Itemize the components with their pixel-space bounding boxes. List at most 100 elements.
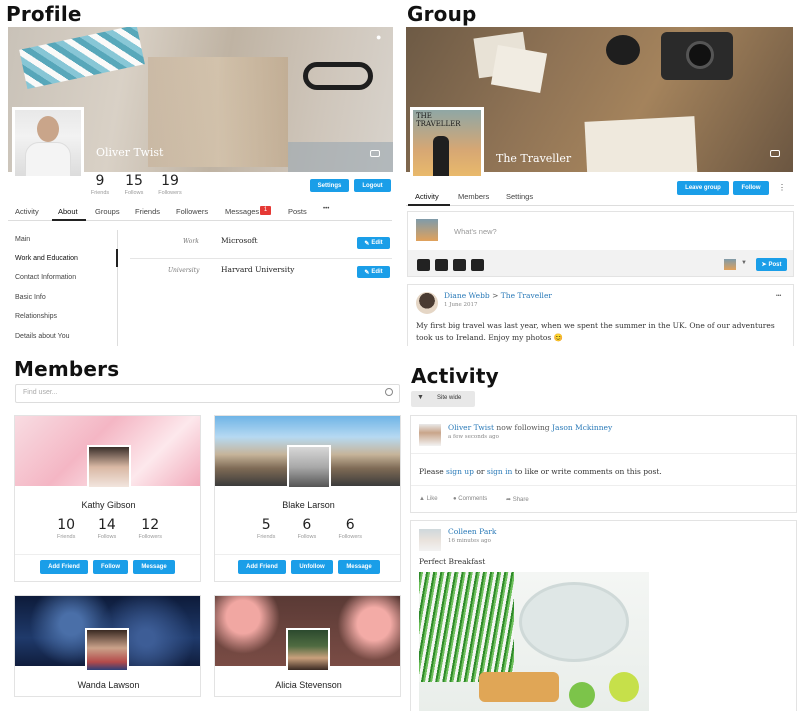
tab-more[interactable]: ••• <box>323 206 329 212</box>
group-tab-activity[interactable]: Activity <box>415 192 439 201</box>
tab-about[interactable]: About <box>58 207 78 216</box>
filter-icon: ▼ <box>417 394 424 401</box>
tab-friends[interactable]: Friends <box>135 207 160 216</box>
find-user-search[interactable]: Find user... <box>15 384 400 403</box>
post-author-link[interactable]: Diane Webb <box>444 291 490 300</box>
edit-work-button[interactable]: ✎ Edit <box>357 237 390 249</box>
member-avatar[interactable] <box>87 445 131 489</box>
member-follows-value: 14 <box>97 517 116 533</box>
post-more-button[interactable]: ••• <box>776 293 781 299</box>
share-action[interactable]: ➦ Share <box>506 496 529 503</box>
activity-author-avatar <box>419 424 441 446</box>
member-friends-label: Friends <box>257 534 276 540</box>
activity-time: a few seconds ago <box>448 434 499 440</box>
member-name[interactable]: Wanda Lawson <box>15 680 200 690</box>
group-avatar[interactable]: THE TRAVELLER <box>410 107 484 179</box>
post-date: 1 June 2017 <box>444 302 478 308</box>
member-avatar[interactable] <box>287 445 331 489</box>
comments-action[interactable]: ● Comments <box>453 496 487 502</box>
post-button-label: Post <box>768 261 782 268</box>
tab-posts[interactable]: Posts <box>288 207 307 216</box>
edit-university-button[interactable]: ✎ Edit <box>357 266 390 278</box>
tab-groups[interactable]: Groups <box>95 207 120 216</box>
about-menu-contact[interactable]: Contact Information <box>15 274 76 281</box>
unfollow-button[interactable]: Unfollow <box>291 560 333 574</box>
work-field-value: Microsoft <box>221 236 258 245</box>
edit-university-label: Edit <box>371 269 383 275</box>
activity-author-link[interactable]: Oliver Twist <box>448 423 494 432</box>
sign-in-link[interactable]: sign in <box>487 467 513 476</box>
activity-item: Oliver Twist now following Jason Mckinne… <box>410 415 797 513</box>
pencil-icon: ✎ <box>364 240 370 247</box>
profile-section-title: Profile <box>6 2 82 26</box>
login-prompt-post: to like or write comments on this post. <box>514 467 662 476</box>
logout-button[interactable]: Logout <box>354 179 391 192</box>
chevron-down-icon[interactable]: ▼ <box>741 260 747 266</box>
member-follows-label: Follows <box>297 534 317 540</box>
privacy-selector[interactable] <box>724 259 736 270</box>
member-name[interactable]: Kathy Gibson <box>15 500 200 510</box>
image-icon[interactable] <box>435 259 448 271</box>
tab-followers[interactable]: Followers <box>176 207 208 216</box>
member-followers-label: Followers <box>138 534 162 540</box>
search-icon[interactable] <box>385 388 393 396</box>
profile-avatar[interactable] <box>12 107 84 179</box>
stat-followers-value: 19 <box>161 173 179 189</box>
map-icon[interactable] <box>453 259 466 271</box>
add-friend-button[interactable]: Add Friend <box>40 560 88 574</box>
member-card: Kathy Gibson 10 Friends 14 Follows 12 Follo… <box>14 415 201 582</box>
gif-icon[interactable] <box>471 259 484 271</box>
member-followers-value: 12 <box>141 517 160 533</box>
activity-item: Colleen Park 16 minutes ago Perfect Brea… <box>410 520 797 711</box>
group-tab-members[interactable]: Members <box>458 192 489 201</box>
add-friend-button[interactable]: Add Friend <box>238 560 286 574</box>
group-follow-button[interactable]: Follow <box>733 181 769 195</box>
profile-stats: 9 Friends 15 Follows 19 Followers <box>86 173 186 196</box>
member-name[interactable]: Alicia Stevenson <box>215 680 400 690</box>
camera-icon[interactable] <box>770 150 780 157</box>
thumbs-up-icon: ▲ <box>419 496 425 502</box>
member-followers-label: Followers <box>338 534 362 540</box>
like-action[interactable]: ▲ Like <box>419 496 438 502</box>
breakfast-photo[interactable] <box>419 572 649 711</box>
post-button[interactable]: ➤ Post <box>756 258 787 271</box>
activity-filter[interactable]: ▼ Site wide <box>411 391 475 407</box>
activity-author-link[interactable]: Colleen Park <box>448 527 496 536</box>
login-prompt: Please sign up or sign in to like or wri… <box>419 467 662 476</box>
about-menu-relationships[interactable]: Relationships <box>15 313 57 320</box>
group-more-button[interactable]: ⋮ <box>778 183 786 192</box>
message-button[interactable]: Message <box>133 560 175 574</box>
member-card: Alicia Stevenson <box>214 595 401 697</box>
tab-activity[interactable]: Activity <box>15 207 39 216</box>
member-avatar[interactable] <box>286 628 330 672</box>
edit-work-label: Edit <box>371 240 383 246</box>
group-tab-settings[interactable]: Settings <box>506 192 533 201</box>
message-button[interactable]: Message <box>338 560 380 574</box>
member-name[interactable]: Blake Larson <box>215 500 400 510</box>
activity-text: Perfect Breakfast <box>419 557 486 566</box>
login-prompt-pre: Please <box>419 467 444 476</box>
about-menu-details[interactable]: Details about You <box>15 333 70 340</box>
about-menu-active-bar <box>116 249 118 267</box>
member-friends-value: 10 <box>57 517 76 533</box>
post-target-link[interactable]: The Traveller <box>501 291 552 300</box>
composer-input[interactable]: What's new? <box>454 227 497 236</box>
activity-target-link[interactable]: Jason Mckinney <box>552 423 612 432</box>
photo-icon[interactable] <box>417 259 430 271</box>
settings-button[interactable]: Settings <box>310 179 349 192</box>
tab-messages[interactable]: Messages <box>225 207 259 216</box>
about-menu-main[interactable]: Main <box>15 236 30 243</box>
camera-icon[interactable] <box>370 150 380 157</box>
about-menu-basic[interactable]: Basic Info <box>15 294 46 301</box>
member-avatar[interactable] <box>85 628 129 672</box>
search-input[interactable]: Find user... <box>23 389 58 396</box>
notification-bell-icon[interactable]: ● <box>376 32 381 42</box>
about-menu-work[interactable]: Work and Education <box>15 255 78 262</box>
member-stats: 10 Friends 14 Follows 12 Followers <box>57 517 162 540</box>
sign-up-link[interactable]: sign up <box>446 467 474 476</box>
activity-section-title: Activity <box>411 364 499 388</box>
glasses-image <box>303 62 373 90</box>
stat-followers-label: Followers <box>158 190 182 196</box>
leave-group-button[interactable]: Leave group <box>677 181 729 195</box>
follow-button[interactable]: Follow <box>93 560 128 574</box>
